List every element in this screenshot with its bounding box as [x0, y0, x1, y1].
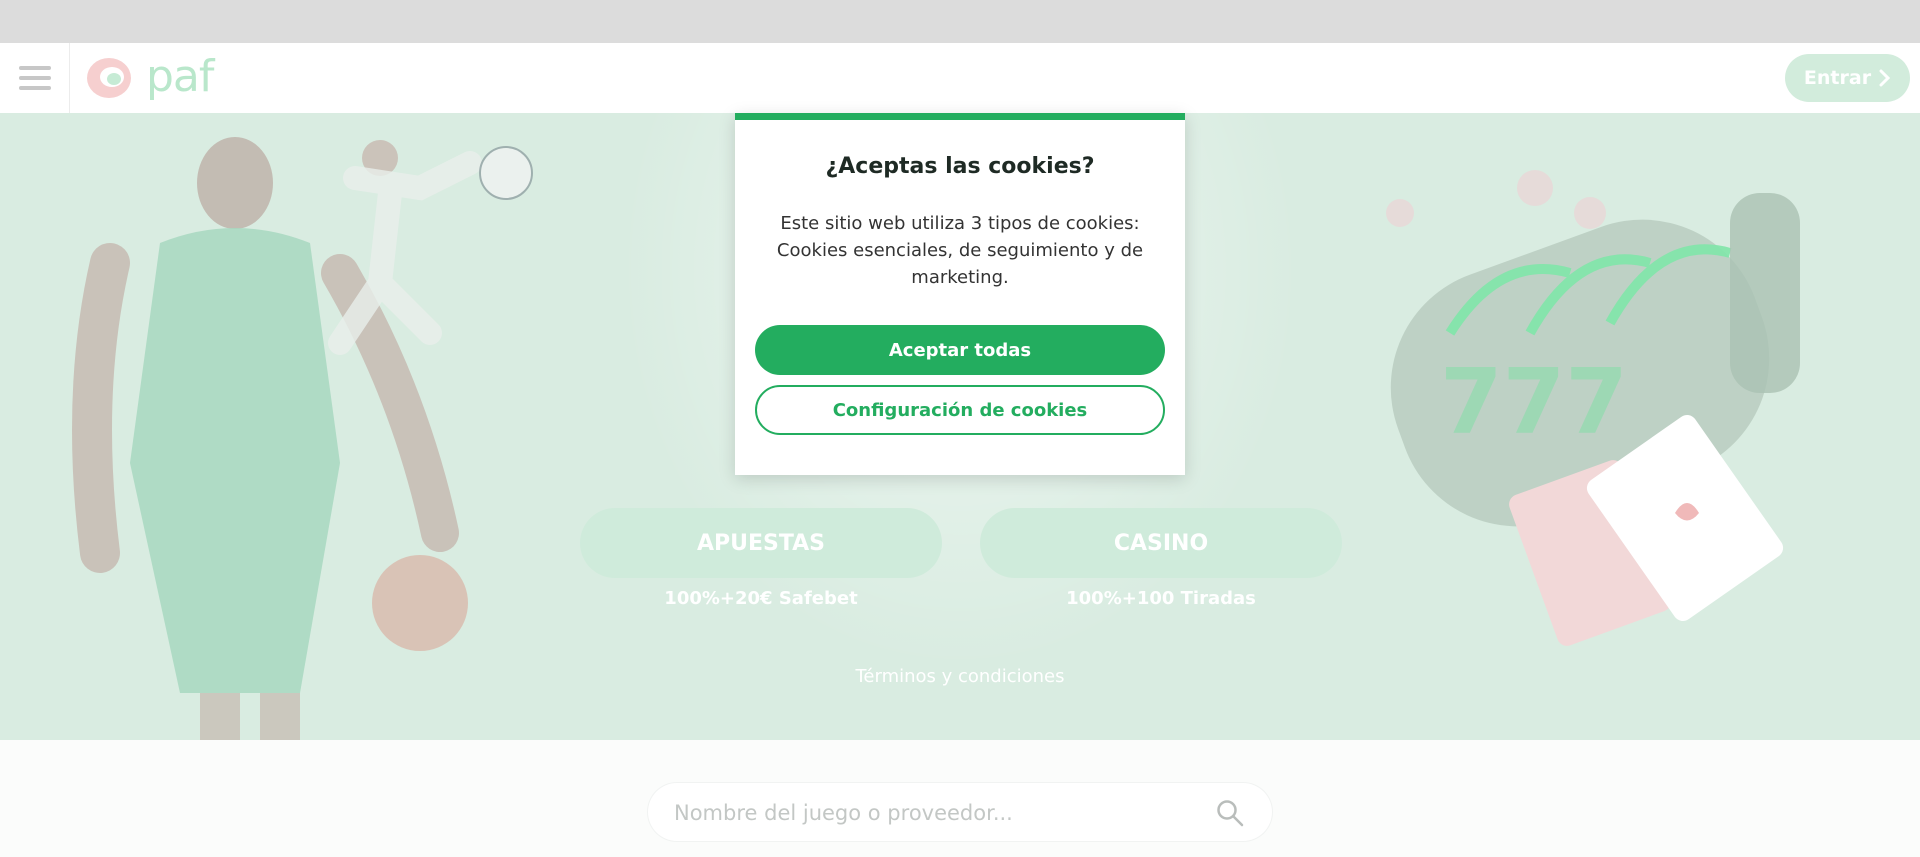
- site-header: paf Entrar: [0, 43, 1920, 113]
- svg-text:777: 777: [1440, 350, 1628, 455]
- cookie-settings-button[interactable]: Configuración de cookies: [755, 385, 1165, 435]
- sports-bet-button[interactable]: APUESTAS: [580, 508, 942, 578]
- login-label: Entrar: [1803, 67, 1872, 89]
- menu-button[interactable]: [0, 43, 70, 113]
- chevron-right-icon: [1879, 69, 1891, 87]
- logo-text: paf: [146, 51, 214, 102]
- accept-all-cookies-button[interactable]: Aceptar todas: [755, 325, 1165, 375]
- hamburger-icon: [18, 60, 51, 96]
- cookie-consent-modal: ¿Aceptas las cookies? Este sitio web uti…: [735, 113, 1185, 475]
- game-search-box: [648, 783, 1272, 841]
- sports-bonus-text: 100%+20€ Safebet: [664, 588, 858, 609]
- login-button[interactable]: Entrar: [1785, 54, 1910, 102]
- cookie-modal-title: ¿Aceptas las cookies?: [825, 154, 1095, 179]
- terms-row: Términos y condiciones: [0, 666, 1920, 687]
- casino-bonus-text: 100%+100 Tiradas: [1066, 588, 1256, 609]
- slot-machine-illustration: 777: [1386, 170, 1800, 646]
- paf-logo[interactable]: paf: [84, 51, 214, 103]
- terms-link[interactable]: Términos y condiciones: [855, 666, 1064, 687]
- search-input[interactable]: [672, 793, 1196, 833]
- search-icon[interactable]: [1216, 799, 1244, 827]
- casino-button[interactable]: CASINO: [980, 508, 1342, 578]
- browser-top-strip: [0, 0, 1920, 43]
- footballer-illustration: [328, 140, 533, 355]
- cookie-modal-body: Este sitio web utiliza 3 tipos de cookie…: [776, 213, 1144, 288]
